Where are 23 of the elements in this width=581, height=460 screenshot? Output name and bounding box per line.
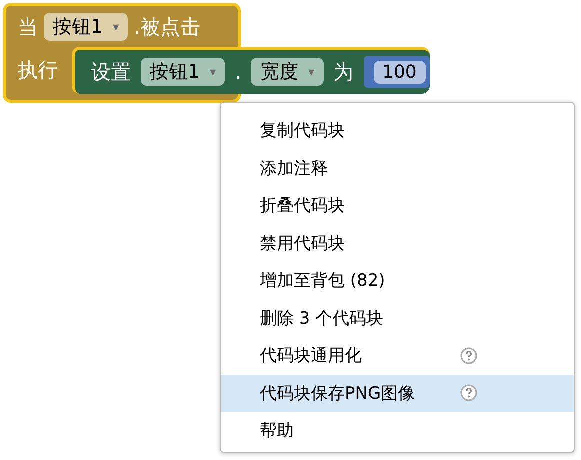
component-dropdown[interactable]: 按钮1 ▾ — [141, 58, 226, 86]
block-label: . — [235, 60, 242, 84]
menu-item[interactable]: 增加至背包 (82) — [221, 262, 574, 300]
block-label: 执行 — [18, 57, 58, 84]
menu-item[interactable]: 帮助 — [221, 412, 574, 450]
component-dropdown[interactable]: 按钮1 ▾ — [44, 13, 128, 41]
block-label: 为 — [334, 58, 354, 86]
block-label: 设置 — [91, 58, 131, 86]
number-field[interactable]: 100 — [374, 60, 426, 84]
menu-item[interactable]: 禁用代码块 — [221, 224, 574, 262]
menu-item[interactable]: 删除 3 个代码块 — [221, 300, 574, 337]
menu-item[interactable]: 复制代码块 — [221, 112, 574, 150]
block-label: 当 — [18, 14, 38, 40]
menu-item[interactable]: 添加注释 — [221, 150, 574, 187]
property-dropdown[interactable]: 宽度 ▾ — [251, 58, 324, 86]
number-block[interactable]: 100 — [364, 56, 430, 88]
help-icon[interactable] — [460, 384, 478, 402]
menu-item[interactable]: 代码块通用化 — [221, 337, 574, 374]
menu-item[interactable]: 代码块保存PNG图像 — [221, 374, 574, 412]
block-label: .被点击 — [134, 14, 200, 40]
menu-item[interactable]: 折叠代码块 — [221, 187, 574, 224]
setter-block[interactable]: 设置 按钮1 ▾ . 宽度 ▾ 为 100 — [72, 47, 430, 94]
help-icon[interactable] — [460, 346, 478, 365]
